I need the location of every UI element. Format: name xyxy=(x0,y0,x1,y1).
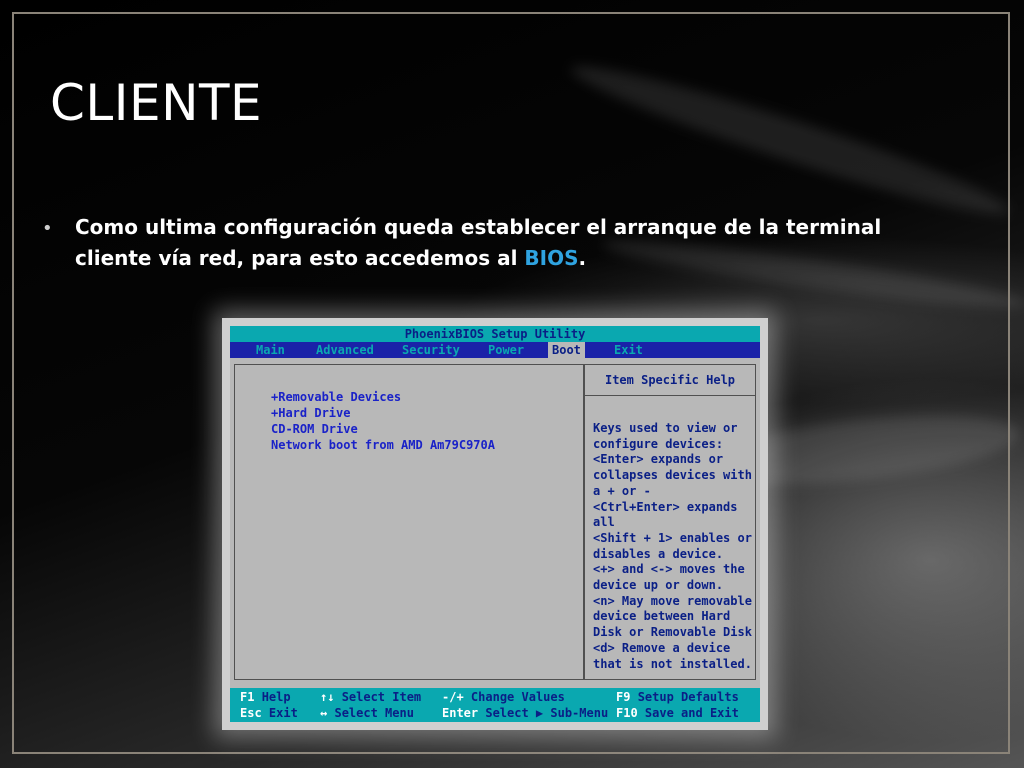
help-line: all xyxy=(593,515,615,530)
bios-menu-advanced[interactable]: Advanced xyxy=(316,342,374,358)
help-title: Item Specific Help xyxy=(604,373,736,387)
bullet-icon: • xyxy=(42,218,53,239)
boot-order-panel: +Removable Devices +Hard Drive CD-ROM Dr… xyxy=(234,364,584,680)
footer-key-esc: Esc Exit xyxy=(240,706,298,720)
help-divider xyxy=(585,395,755,396)
help-line: collapses devices with xyxy=(593,468,752,483)
bios-menu-main[interactable]: Main xyxy=(256,342,285,358)
bios-menu-power[interactable]: Power xyxy=(488,342,524,358)
help-line: <d> Remove a device xyxy=(593,640,731,655)
help-line: <Ctrl+Enter> expands xyxy=(593,499,738,514)
bios-highlight: BIOS xyxy=(524,246,579,270)
footer-key-enter: Enter Select ▶ Sub-Menu xyxy=(442,706,609,720)
bios-footer: F1 Help ↑↓ Select Item -/+ Change Values… xyxy=(230,688,760,722)
footer-key-f9: F9 Setup Defaults xyxy=(616,690,739,704)
bios-menu-exit[interactable]: Exit xyxy=(614,342,643,358)
footer-key-select-menu: ↔ Select Menu xyxy=(320,706,414,720)
bios-menu-boot[interactable]: Boot xyxy=(548,342,585,358)
bullet-text: Como ultima configuración queda establec… xyxy=(75,212,915,274)
help-line: a + or - xyxy=(593,483,651,498)
footer-key-f1: F1 Help xyxy=(240,690,291,704)
slide-title: CLIENTE xyxy=(50,74,263,132)
footer-key-change-values: -/+ Change Values xyxy=(442,690,565,704)
help-line: <+> and <-> moves the xyxy=(593,562,745,577)
help-line: device up or down. xyxy=(593,578,724,593)
bios-menu-security[interactable]: Security xyxy=(402,342,460,358)
help-line: disables a device. xyxy=(593,546,724,561)
help-line: that is not installed. xyxy=(593,656,752,671)
boot-item-network[interactable]: Network boot from AMD Am79C970A xyxy=(271,437,495,453)
boot-item-cd-rom[interactable]: CD-ROM Drive xyxy=(271,421,358,437)
boot-item-hard-drive[interactable]: +Hard Drive xyxy=(271,405,350,421)
boot-item-removable-devices[interactable]: +Removable Devices xyxy=(271,389,401,405)
help-line: <Shift + 1> enables or xyxy=(593,530,752,545)
help-line: <Enter> expands or xyxy=(593,452,724,467)
footer-key-select-item: ↑↓ Select Item xyxy=(320,690,422,704)
bios-screen: PhoenixBIOS Setup Utility Main Advanced … xyxy=(230,326,760,722)
bullet-text-part-2: . xyxy=(578,246,587,270)
bios-title: PhoenixBIOS Setup Utility xyxy=(230,326,760,342)
help-text: Keys used to view or configure devices: <E… xyxy=(593,421,753,672)
bios-menubar: Main Advanced Security Power Boot Exit xyxy=(230,342,760,358)
footer-key-f10: F10 Save and Exit xyxy=(616,706,739,720)
bios-screenshot: PhoenixBIOS Setup Utility Main Advanced … xyxy=(222,318,768,730)
help-panel: Item Specific Help Keys used to view or c… xyxy=(584,364,756,680)
help-line: <n> May move removable xyxy=(593,593,752,608)
help-line: Keys used to view or xyxy=(593,421,738,435)
help-line: device between Hard xyxy=(593,609,731,624)
help-line: configure devices: xyxy=(593,436,724,451)
help-line: Disk or Removable Disk xyxy=(593,625,752,640)
bullet-text-part-1: Como ultima configuración queda establec… xyxy=(75,215,882,270)
